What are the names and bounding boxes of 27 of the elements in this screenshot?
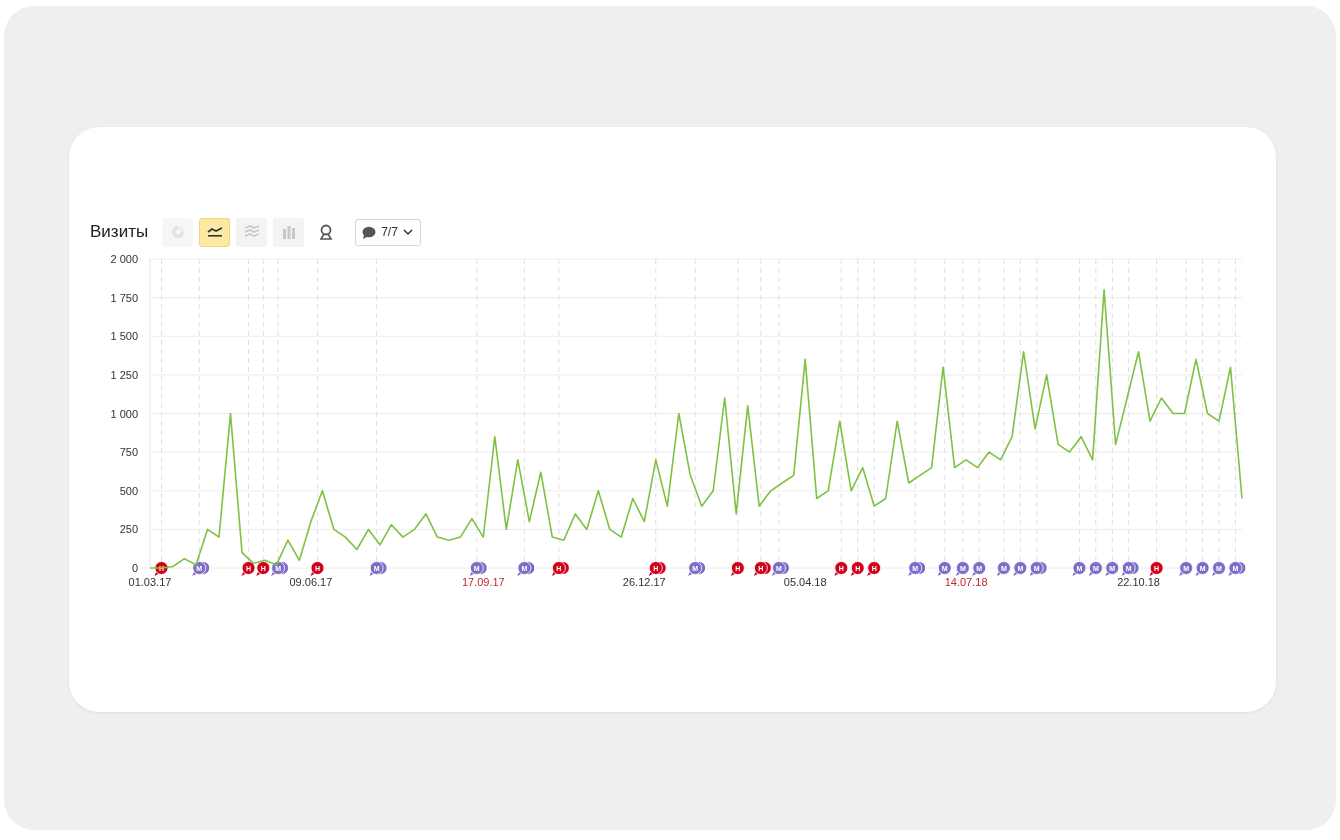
x-axis-label: 05.04.18 [783, 576, 827, 588]
notes-filter-dropdown[interactable]: 7/7 [355, 218, 421, 246]
comment-icon [362, 225, 377, 239]
bar-chart-icon [281, 225, 296, 239]
x-axis-label: 09.06.17 [289, 576, 333, 588]
y-axis-label: 0 [131, 562, 138, 574]
report-title: Визиты [90, 222, 149, 242]
y-axis-label: 250 [119, 523, 138, 536]
y-axis-label: 1 750 [110, 291, 138, 304]
y-axis-label: 2 000 [110, 253, 138, 265]
y-axis-label: 750 [119, 446, 138, 459]
x-axis-label: 26.12.17 [622, 576, 666, 588]
map-pin-icon [318, 224, 333, 240]
x-axis-label: 01.03.17 [128, 576, 172, 588]
x-axis-label: 17.09.17 [461, 576, 505, 588]
line-chart-icon [206, 226, 223, 238]
y-axis-label: 500 [119, 484, 138, 497]
bars-view-button[interactable] [273, 217, 305, 247]
area-view-button[interactable] [236, 217, 268, 247]
stacked-lines-icon [243, 225, 260, 239]
y-axis-label: 1 000 [110, 407, 138, 420]
y-axis-label: 1 500 [110, 330, 138, 343]
x-axis-label: 22.10.18 [1117, 576, 1160, 588]
caret-icon [402, 228, 413, 236]
x-axis-label: 14.07.18 [944, 576, 988, 588]
line-view-button[interactable] [199, 217, 231, 247]
y-axis-label: 1 250 [110, 368, 138, 381]
